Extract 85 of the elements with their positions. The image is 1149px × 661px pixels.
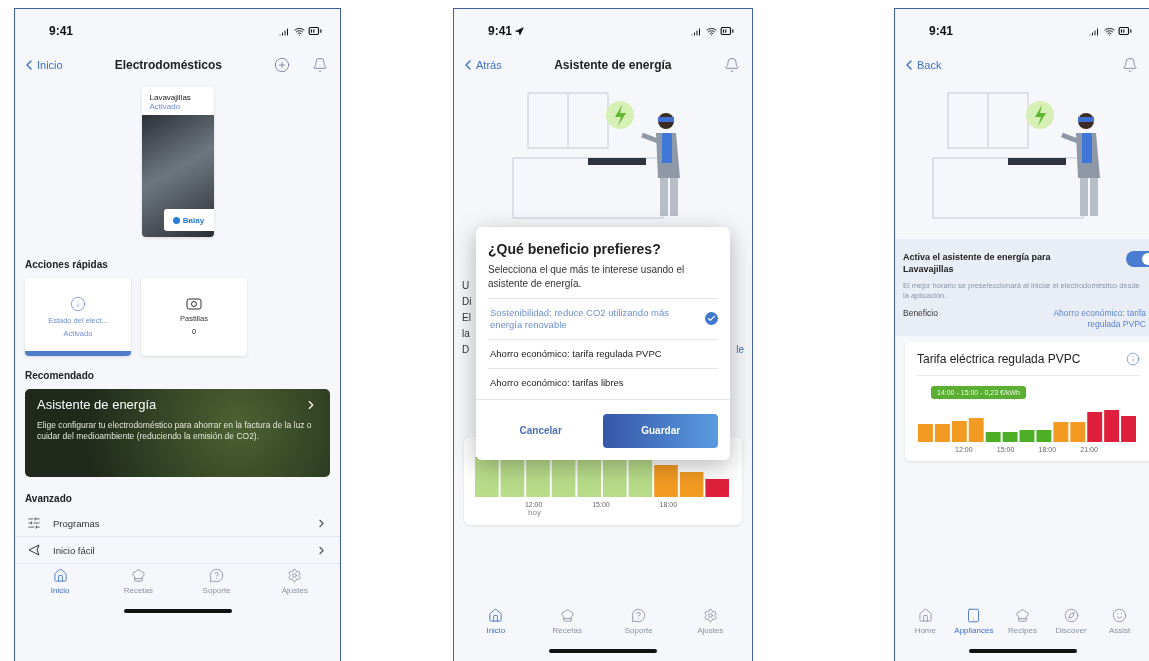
tab-bar-item[interactable]: Inicio <box>36 568 85 595</box>
menu-row[interactable]: Inicio fácil <box>15 537 340 564</box>
bell-icon[interactable] <box>1122 57 1138 73</box>
status-time: 9:41 <box>488 24 525 38</box>
card-description: Elige configurar tu electrodoméstico para ahorrar en la factura de la luz o cuidar del medioambiente (reduciendo la emisión de CO2). <box>37 420 313 443</box>
covered-text: D <box>462 343 470 355</box>
signal-icon <box>1089 25 1101 37</box>
card-title: Tarifa eléctrica regulada PVPC <box>917 351 1082 367</box>
brand-logo: Balay <box>163 209 214 231</box>
pointer-icon <box>27 543 41 557</box>
battery-icon <box>1118 24 1132 38</box>
battery-icon <box>720 24 734 38</box>
back-link[interactable]: Inicio <box>21 57 63 73</box>
info-icon <box>70 296 86 312</box>
toggle-switch[interactable] <box>1126 251 1149 267</box>
home-icon <box>917 608 933 623</box>
tab-bar-item[interactable]: Recipes <box>998 608 1047 635</box>
dialog-subtitle: Selecciona el que más te interese usando el asistente de energía. <box>487 263 686 291</box>
save-button[interactable]: Guardar <box>603 413 718 448</box>
battery-icon <box>308 24 322 38</box>
tab-bar-item[interactable]: Recetas <box>114 568 163 595</box>
smile-icon <box>1112 608 1128 623</box>
bell-icon[interactable] <box>312 57 328 73</box>
add-icon[interactable] <box>274 57 290 73</box>
energy-assistant-card[interactable]: Asistente de energía Elige configurar tu electrodoméstico para ahorrar en la factura de la luz o cuidar del medioambiente (reduciendo la emisión de CO2). <box>25 389 330 477</box>
back-link[interactable]: Back <box>901 57 942 73</box>
option-row[interactable]: Sostenibilidad: reduce CO2 utilizando más energía renovable <box>488 298 718 339</box>
covered-text: El <box>462 311 471 323</box>
appliance-name: Lavavajillas <box>149 93 192 102</box>
sliders-icon <box>27 516 41 530</box>
tab-bar-item[interactable]: Home <box>901 608 950 635</box>
screen-title: Electrodomésticos <box>114 58 223 72</box>
status-time: 9:41 <box>929 24 954 38</box>
settings-icon <box>702 608 718 623</box>
benefit-value[interactable]: Ahorro económico: tarifa regulada PVPC <box>1050 307 1146 330</box>
screen-title: Asistente de energía <box>554 58 672 72</box>
check-icon <box>705 312 718 326</box>
chef-hat-icon <box>1015 608 1030 623</box>
covered-text: U <box>462 279 470 291</box>
tab-bar-item[interactable]: Soporte <box>614 608 663 635</box>
menu-row[interactable]: Programas <box>15 510 340 537</box>
section-title: Avanzado <box>24 493 73 504</box>
tab-bar-item[interactable]: Recetas <box>543 608 592 635</box>
help-icon <box>209 568 225 583</box>
section-title: Recomendado <box>24 370 95 381</box>
tablet-icon <box>966 608 982 623</box>
wifi-icon <box>1104 25 1115 37</box>
tab-bar-item[interactable]: Assist <box>1095 608 1144 635</box>
tablet-pod-icon <box>186 298 202 310</box>
covered-link[interactable]: le <box>736 343 744 355</box>
settings-icon <box>287 568 303 583</box>
info-icon[interactable] <box>1126 352 1140 367</box>
appliance-card[interactable]: Lavavajillas Activado Balay <box>141 87 214 237</box>
tab-bar-item[interactable]: Appliances <box>949 608 998 635</box>
signal-icon <box>279 25 291 37</box>
tab-bar-item[interactable]: Discover <box>1047 608 1096 635</box>
appliance-status: Activado <box>149 102 182 111</box>
tab-bar-item[interactable]: Inicio <box>471 608 520 635</box>
status-time: 9:41 <box>49 24 74 38</box>
axis-sublabel: hoy <box>527 508 542 517</box>
card-title: Asistente de energía <box>37 397 157 412</box>
tab-bar-item[interactable]: Soporte <box>192 568 241 595</box>
home-icon <box>488 608 504 623</box>
chef-hat-icon <box>559 608 575 623</box>
compass-icon <box>1063 608 1079 623</box>
covered-text: Di <box>462 295 472 307</box>
cancel-button[interactable]: Cancelar <box>488 413 594 448</box>
location-icon <box>515 26 525 36</box>
wifi-icon <box>294 25 305 37</box>
dialog-title: ¿Qué beneficio prefieres? <box>487 241 662 257</box>
home-icon <box>52 568 68 583</box>
bell-icon[interactable] <box>724 57 740 73</box>
help-icon <box>631 608 647 623</box>
wifi-icon <box>706 25 717 37</box>
section-title: Acciones rápidas <box>24 259 109 270</box>
option-row[interactable]: Ahorro económico: tarifas libres <box>488 367 718 397</box>
toggle-label: Activa el asistente de energía para Lavavajillas <box>903 251 1052 276</box>
option-row[interactable]: Ahorro económico: tarifa regulada PVPC <box>488 338 718 368</box>
covered-text: la <box>462 327 470 339</box>
tab-bar-item[interactable]: Ajustes <box>270 568 319 595</box>
signal-icon <box>691 25 703 37</box>
back-link[interactable]: Atrás <box>460 57 502 73</box>
chef-hat-icon <box>130 568 146 583</box>
benefit-label: Beneficio <box>903 307 938 318</box>
tab-bar-item[interactable]: Ajustes <box>686 608 735 635</box>
